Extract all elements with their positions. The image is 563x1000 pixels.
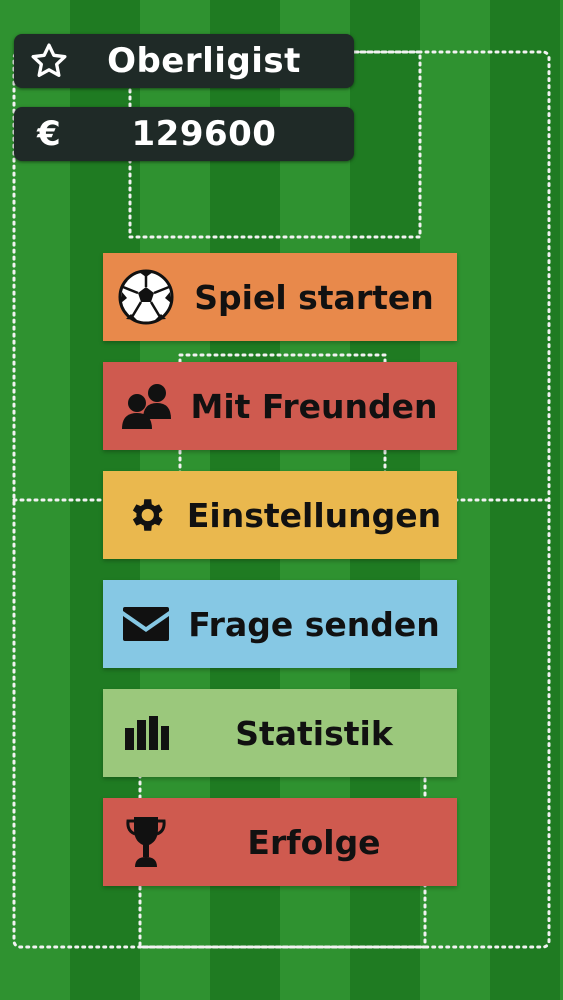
start-game-label: Spiel starten: [194, 277, 434, 317]
play-with-friends-button[interactable]: Mit Freunden: [103, 362, 457, 450]
send-question-button[interactable]: Frage senden: [103, 580, 457, 668]
play-with-friends-label: Mit Freunden: [190, 386, 438, 426]
euro-icon: €: [14, 114, 84, 154]
achievements-button[interactable]: Erfolge: [103, 798, 457, 886]
soccer-ball-icon: [115, 266, 177, 328]
rank-display: Oberligist: [14, 34, 354, 88]
trophy-icon: [115, 811, 177, 873]
statistics-label: Statistik: [235, 713, 393, 753]
bar-chart-icon: [115, 702, 177, 764]
gear-icon: [115, 484, 177, 546]
start-game-button[interactable]: Spiel starten: [103, 253, 457, 341]
star-outline-icon: [14, 41, 84, 81]
statistics-button[interactable]: Statistik: [103, 689, 457, 777]
achievements-label: Erfolge: [247, 822, 381, 862]
people-icon: [115, 375, 177, 437]
rank-text: Oberligist: [107, 41, 301, 81]
money-amount: 129600: [131, 114, 277, 154]
settings-button[interactable]: Einstellungen: [103, 471, 457, 559]
money-display: € 129600: [14, 107, 354, 161]
settings-label: Einstellungen: [186, 495, 442, 535]
envelope-icon: [115, 593, 177, 655]
send-question-label: Frage senden: [188, 604, 440, 644]
euro-symbol: €: [37, 114, 61, 154]
